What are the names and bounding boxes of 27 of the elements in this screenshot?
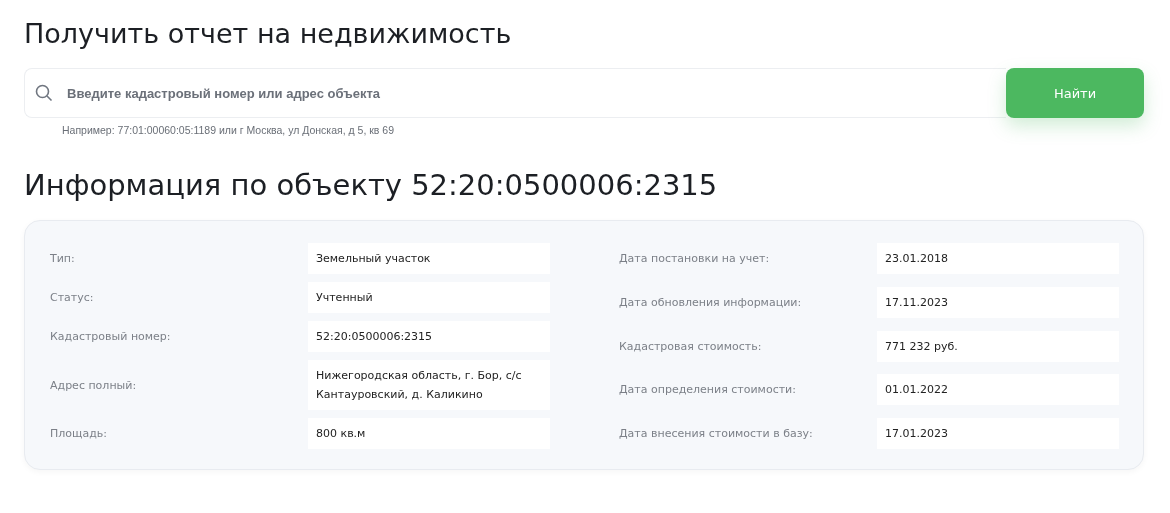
field-value: Нижегородская область, г. Бор, с/с Кантауровский, д. Каликино	[308, 360, 550, 410]
field-value: 23.01.2018	[877, 243, 1119, 274]
field-value: Земельный участок	[308, 243, 550, 274]
page-title: Получить отчет на недвижимость	[24, 17, 513, 51]
field-value: 52:20:0500006:2315	[308, 321, 550, 352]
field-label: Дата обновления информации:	[619, 295, 803, 309]
field-value: Учтенный	[308, 282, 550, 313]
section-heading: Информация по объекту 52:20:0500006:2315	[24, 167, 719, 204]
field-value: 17.11.2023	[877, 286, 1119, 318]
field-label: Дата постановки на учет:	[619, 252, 771, 265]
field-value: 17.01.2023	[877, 418, 1119, 449]
field-value: 800 кв.м	[308, 418, 550, 449]
search-icon	[35, 84, 53, 102]
field-value: 01.01.2022	[877, 374, 1119, 406]
field-label: Дата определения стоимости:	[619, 383, 797, 397]
search-bar[interactable]: Введите кадастровый номер или адрес объекта	[24, 68, 1006, 118]
field-label: Адрес полный:	[50, 378, 138, 392]
field-label: Статус:	[50, 291, 95, 304]
field-value: 771 232 руб.	[877, 330, 1119, 362]
field-label: Площадь:	[50, 427, 108, 440]
field-label: Тип:	[50, 252, 76, 265]
field-label: Кадастровый номер:	[50, 330, 172, 343]
search-field[interactable]: Введите кадастровый номер или адрес объекта	[65, 84, 1006, 102]
field-label: Кадастровая стоимость:	[619, 339, 763, 353]
field-label: Дата внесения стоимости в базу:	[619, 427, 814, 440]
search-hint: Например: 77:01:00060:05:1189 или г Москва, ул Донская, д 5, кв 69	[62, 124, 395, 136]
search-button[interactable]: Найти	[1006, 68, 1144, 118]
